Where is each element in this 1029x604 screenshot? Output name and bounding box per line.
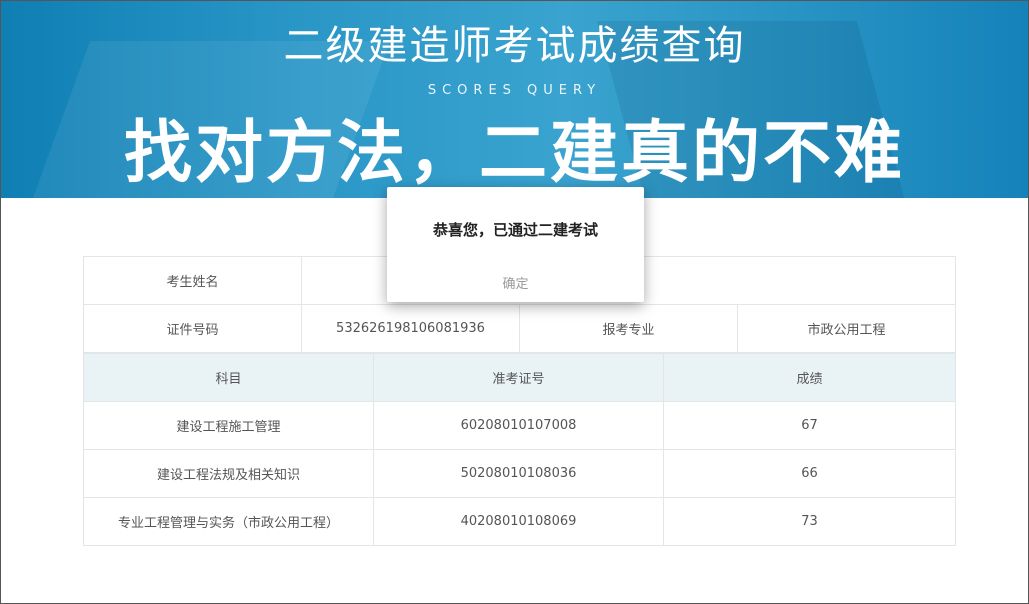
column-header-score: 成绩 bbox=[663, 353, 956, 402]
name-label: 考生姓名 bbox=[83, 256, 302, 305]
confirm-button[interactable]: 确定 bbox=[387, 273, 644, 292]
subject-cell: 专业工程管理与实务（市政公用工程） bbox=[83, 497, 374, 546]
score-cell: 67 bbox=[663, 401, 956, 450]
banner-slogan: 找对方法，二建真的不难 bbox=[123, 114, 905, 193]
result-dialog: 恭喜您，已通过二建考试 确定 bbox=[387, 187, 644, 302]
major-value: 市政公用工程 bbox=[736, 304, 957, 353]
ticket-cell: 40208010108069 bbox=[373, 497, 664, 546]
page-title: 二级建造师考试成绩查询 bbox=[283, 23, 746, 69]
table-row: 建设工程法规及相关知识 50208010108036 66 bbox=[83, 449, 956, 498]
table-row: 证件号码 532626198106081936 报考专业 市政公用工程 bbox=[83, 304, 957, 353]
table-row: 专业工程管理与实务（市政公用工程） 40208010108069 73 bbox=[83, 497, 956, 546]
column-header-subject: 科目 bbox=[83, 353, 374, 402]
id-label: 证件号码 bbox=[83, 304, 302, 353]
column-header-ticket: 准考证号 bbox=[373, 353, 664, 402]
page-subtitle: SCORES QUERY bbox=[427, 83, 602, 98]
dialog-message: 恭喜您，已通过二建考试 bbox=[432, 221, 598, 239]
table-row: 建设工程施工管理 60208010107008 67 bbox=[83, 401, 956, 450]
score-cell: 66 bbox=[663, 449, 956, 498]
subject-cell: 建设工程法规及相关知识 bbox=[83, 449, 374, 498]
header-banner: 二级建造师考试成绩查询 SCORES QUERY 找对方法，二建真的不难 bbox=[1, 1, 1028, 198]
ticket-cell: 60208010107008 bbox=[373, 401, 664, 450]
table-header-row: 科目 准考证号 成绩 bbox=[83, 353, 956, 402]
subject-cell: 建设工程施工管理 bbox=[83, 401, 374, 450]
ticket-cell: 50208010108036 bbox=[373, 449, 664, 498]
major-label: 报考专业 bbox=[519, 304, 738, 353]
scores-table: 科目 准考证号 成绩 建设工程施工管理 60208010107008 67 建设… bbox=[83, 353, 956, 546]
id-value: 532626198106081936 bbox=[301, 304, 520, 353]
score-cell: 73 bbox=[663, 497, 956, 546]
